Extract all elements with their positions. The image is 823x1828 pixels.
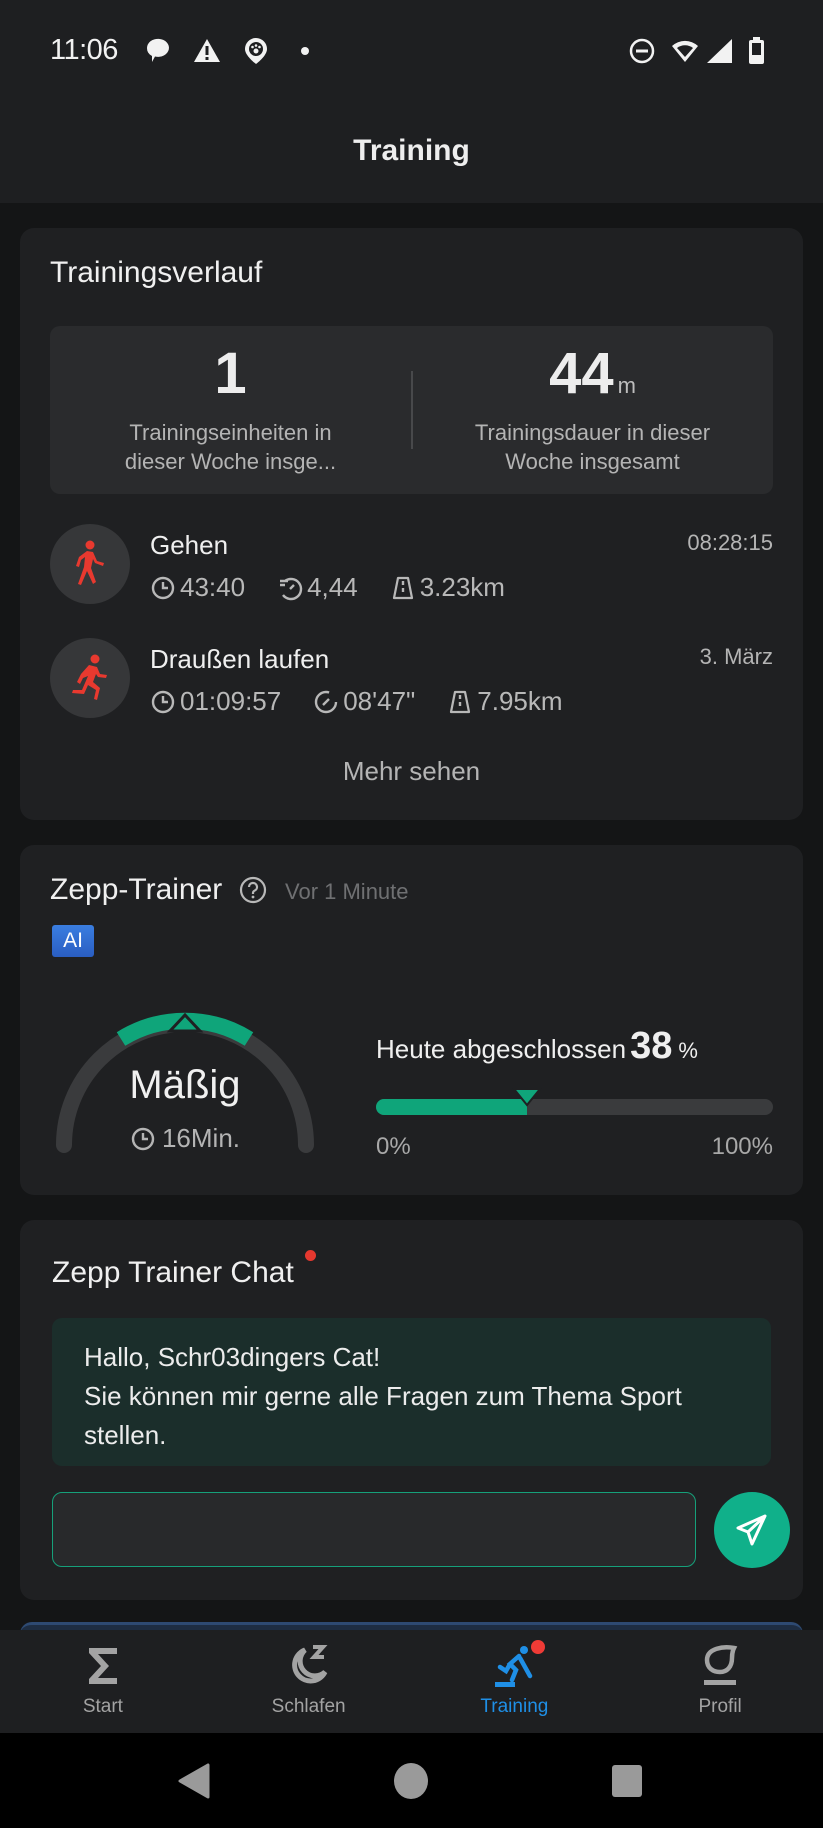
- clock-icon: [151, 576, 175, 599]
- progress-label: Heute abgeschlossen: [376, 1034, 627, 1064]
- intensity-label: Mäßig: [129, 1063, 241, 1107]
- chat-input[interactable]: [52, 1492, 696, 1567]
- progress-max-label: 100%: [711, 1133, 773, 1160]
- chat-message: Hallo, Schr03dingers Cat! Sie können mir…: [52, 1318, 771, 1466]
- workout-date: 08:28:15: [687, 530, 773, 555]
- back-button[interactable]: [176, 1761, 216, 1801]
- workout-item[interactable]: Draußen laufen 3. März 01:09:57 08'47" 7…: [50, 638, 773, 722]
- running-icon: [72, 654, 107, 700]
- chat-bubble-icon: [146, 38, 169, 62]
- recommended-duration: 16Min.: [161, 1123, 241, 1153]
- help-icon[interactable]: [238, 875, 268, 905]
- workout-item[interactable]: Gehen 08:28:15 43:40 4,44 3.23km: [50, 524, 773, 608]
- stat-duration-value: 44: [549, 341, 614, 406]
- nav-label: Training: [480, 1696, 549, 1717]
- home-button[interactable]: [391, 1761, 431, 1801]
- status-bar: 11:06: [0, 0, 823, 100]
- bottom-nav: Start Schlafen Training Profil: [0, 1630, 823, 1733]
- trainer-title: Zepp-Trainer: [50, 873, 223, 906]
- status-time: 11:06: [50, 34, 118, 66]
- zepp-trainer-card: Zepp-Trainer Vor 1 Minute AI Mäßig 16Min…: [20, 845, 803, 1195]
- do-not-disturb-icon: [629, 38, 655, 64]
- trainer-chat-card: Zepp Trainer Chat Hallo, Schr03dingers C…: [20, 1220, 803, 1600]
- road-distance-icon: [392, 576, 413, 599]
- progress-fill: [376, 1099, 527, 1115]
- stat-sessions-value: 1: [214, 341, 247, 406]
- daily-progress-bar: [376, 1099, 773, 1115]
- send-button[interactable]: [714, 1492, 790, 1568]
- workout-name: Gehen: [150, 530, 229, 560]
- chat-title: Zepp Trainer Chat: [52, 1256, 294, 1289]
- clock-icon: [151, 690, 175, 713]
- stat-sessions-label: Trainingseinheiten in dieser Woche insge…: [124, 420, 337, 474]
- workout-metrics: 01:09:57 08'47" 7.95km: [150, 686, 563, 717]
- weekly-stats: 1 Trainingseinheiten in dieser Woche ins…: [50, 326, 773, 494]
- nav-label: Schlafen: [271, 1696, 346, 1717]
- profile-icon: [704, 1645, 738, 1685]
- workout-avatar: [50, 638, 130, 718]
- stat-duration: 44 m Trainingsdauer in dieser Woche insge…: [412, 326, 773, 494]
- see-more-link[interactable]: Mehr sehen: [20, 756, 803, 787]
- chat-body: Sie können mir gerne alle Fragen zum The…: [84, 1381, 682, 1450]
- nav-label: Profil: [698, 1696, 742, 1717]
- stat-duration-unit: m: [617, 373, 636, 398]
- sleep-moon-icon: [291, 1645, 328, 1684]
- nav-item-profile[interactable]: Profil: [617, 1630, 823, 1733]
- nav-label: Start: [82, 1696, 123, 1717]
- progress-value: 38: [630, 1025, 673, 1067]
- progress-unit: %: [678, 1038, 698, 1063]
- workout-metrics: 43:40 4,44 3.23km: [150, 572, 505, 603]
- nav-item-sleep[interactable]: Schlafen: [206, 1630, 412, 1733]
- system-nav-bar: [0, 1733, 823, 1828]
- chat-greeting: Hallo, Schr03dingers Cat!: [84, 1342, 381, 1372]
- ai-badge: AI: [52, 925, 94, 957]
- nav-badge: [530, 1640, 545, 1654]
- sigma-icon: [88, 1648, 117, 1684]
- pace-icon: [315, 690, 338, 713]
- workout-pace: 08'47": [343, 686, 416, 716]
- clock-icon: [131, 1127, 155, 1150]
- send-icon: [736, 1514, 767, 1546]
- page-title: Training: [353, 134, 470, 167]
- workout-duration: 43:40: [180, 572, 246, 602]
- unread-dot: [305, 1250, 316, 1261]
- pet-location-icon: [245, 38, 267, 64]
- progress-marker-icon: [511, 1088, 542, 1107]
- app-bar: Training: [0, 100, 823, 203]
- stat-sessions: 1 Trainingseinheiten in dieser Woche ins…: [50, 326, 411, 494]
- recents-button[interactable]: [607, 1761, 647, 1801]
- progress-min-label: 0%: [376, 1133, 411, 1160]
- workout-date: 3. März: [699, 644, 773, 669]
- wifi-icon: [672, 40, 698, 62]
- dot-icon: [301, 47, 309, 55]
- workout-avatar: [50, 524, 130, 604]
- stat-duration-label: Trainingsdauer in dieser Woche insgesamt: [474, 420, 711, 474]
- trainer-timestamp: Vor 1 Minute: [285, 879, 409, 904]
- training-history-card: Trainingsverlauf 1 Trainingseinheiten in…: [20, 228, 803, 820]
- signal-icon: [707, 39, 732, 63]
- walking-icon: [76, 540, 104, 585]
- workout-distance: 7.95km: [477, 686, 563, 716]
- workout-distance: 3.23km: [419, 572, 505, 602]
- nav-item-start[interactable]: Start: [0, 1630, 206, 1733]
- cadence-icon: [280, 577, 303, 600]
- battery-icon: [749, 37, 764, 64]
- warning-icon: [194, 39, 220, 62]
- workout-pace: 4,44: [307, 572, 358, 602]
- nav-item-training[interactable]: Training: [412, 1630, 618, 1733]
- road-distance-icon: [450, 690, 471, 713]
- workout-duration: 01:09:57: [180, 686, 282, 716]
- training-history-title: Trainingsverlauf: [50, 256, 263, 289]
- workout-name: Draußen laufen: [150, 644, 330, 674]
